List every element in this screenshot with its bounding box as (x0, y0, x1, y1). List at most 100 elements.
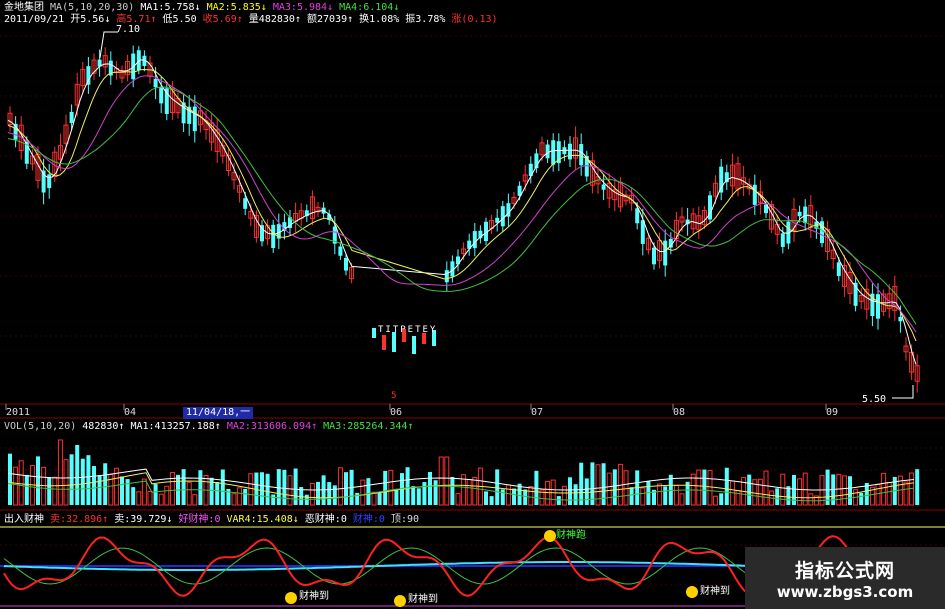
ma4-line (7, 86, 917, 325)
vol-bar-86 (484, 491, 488, 505)
vol-bar-120 (673, 485, 679, 506)
smiley-icon-1 (285, 592, 297, 604)
vol-bar-66 (371, 491, 377, 506)
vol-bar-125 (702, 469, 707, 505)
vol-bar-55 (309, 482, 315, 506)
candle-body-43 (243, 198, 248, 209)
candle-body-28 (159, 86, 164, 104)
vol-bar-48 (271, 494, 276, 505)
vol-bar-153 (859, 492, 864, 505)
vol-bar-112 (629, 487, 634, 505)
axis-cursor-date[interactable]: 11/04/18,一 (183, 407, 254, 419)
candle-body-126 (797, 211, 802, 217)
vol-bar-58 (327, 482, 332, 505)
candle-body-133 (836, 262, 841, 277)
vol-ma3: MA3:285264.344↑ (323, 421, 414, 432)
candle-body-8 (47, 174, 52, 189)
candle-body-127 (803, 206, 808, 224)
candle-body-87 (579, 144, 584, 166)
vol-bar-32 (181, 469, 186, 505)
vol-bar-150 (841, 475, 847, 506)
candle-body-73 (500, 206, 505, 227)
vol-bar-7 (41, 466, 47, 506)
vol-bar-14 (80, 458, 85, 505)
vol-bar-91 (512, 488, 516, 505)
candle-body-100 (652, 247, 656, 265)
vol-bar-102 (573, 484, 578, 505)
vol-bar-44 (248, 473, 254, 506)
candle-body-85 (568, 143, 572, 160)
vol-bar-124 (696, 469, 702, 506)
signal-bottom-label-3: 财神到 (700, 586, 730, 597)
price-low-label: 5.50 (862, 394, 887, 405)
vol-bar-47 (265, 473, 270, 505)
vol-bar-90 (505, 484, 511, 506)
candle-body-68 (472, 231, 477, 249)
vol-bar-46 (260, 472, 264, 505)
vol-bar-73 (411, 486, 416, 505)
price-marker: 5 (391, 391, 397, 401)
vol-bar-93 (523, 489, 528, 505)
vol-bar-59 (332, 485, 337, 505)
signal-bottom-label-1: 财神到 (299, 591, 329, 602)
watermark-title: 指标公式网 (794, 559, 895, 582)
vol-bar-70 (394, 488, 399, 505)
candle-body-91 (601, 184, 606, 190)
vol-bar-51 (287, 475, 293, 506)
vol-bar-16 (92, 466, 96, 505)
vol-bar-163 (915, 469, 920, 505)
vol-bar-29 (164, 485, 170, 506)
vol-bar-104 (584, 478, 589, 505)
indicator-sell: 卖:32.896↑ (50, 514, 109, 525)
vol-bar-100 (561, 485, 567, 506)
candle-body-144 (898, 316, 903, 322)
vol-bar-56 (316, 481, 320, 505)
vol-bar-41 (231, 493, 237, 506)
candle-body-34 (192, 106, 197, 132)
vol-ma2: MA2:313606.094↑ (226, 421, 318, 432)
vol-bar-12 (69, 454, 74, 505)
vol-bar-65 (366, 478, 371, 505)
vol-ma1: MA1:413257.188↑ (130, 421, 221, 432)
vol-bar-84 (472, 476, 478, 506)
smiley-icon-0 (544, 530, 556, 542)
vol-bar-8 (47, 477, 52, 505)
vol-bar-2 (13, 466, 19, 506)
vol-bar-114 (640, 487, 646, 506)
vol-bar-161 (903, 481, 909, 506)
vol-bar-101 (568, 477, 572, 505)
vol-bar-11 (63, 459, 69, 506)
candle-body-61 (344, 257, 348, 271)
vol-bar-75 (422, 482, 427, 505)
vol-bar-87 (489, 496, 494, 505)
signal-top-label: 财神跑 (556, 530, 586, 541)
vol-bar-144 (808, 493, 814, 506)
vol-bar-42 (237, 487, 243, 506)
vol-bar-18 (103, 463, 108, 505)
vol-bar-68 (383, 470, 388, 505)
vol-bar-108 (606, 472, 612, 506)
candle-body-27 (153, 78, 158, 88)
vol-bar-109 (612, 469, 617, 505)
vol-bar-151 (848, 476, 852, 505)
vol-bar-129 (724, 467, 729, 505)
candle-body-63 (444, 270, 449, 283)
vol-bar-127 (713, 495, 719, 506)
vol-bar-105 (590, 462, 595, 505)
vol-bar-34 (192, 494, 198, 506)
vol-bar-38 (215, 482, 220, 505)
signal-bottom-label-2: 财神到 (408, 594, 438, 605)
axis-label-4: 08 (673, 407, 686, 418)
axis-label-5: 09 (826, 407, 839, 418)
indicator-good: 好财神:0 (178, 514, 221, 525)
vol-bar-3 (18, 460, 24, 506)
low-pointer (892, 385, 914, 399)
vol-bar-128 (719, 493, 724, 505)
indicator-buy: 卖:39.729↓ (114, 514, 173, 525)
vol-bar-33 (186, 481, 192, 506)
vol-bar-97 (545, 480, 551, 506)
vol-bar-121 (679, 493, 685, 506)
vol-bar-26 (147, 490, 153, 506)
indicator-top: 顶:90 (390, 514, 420, 525)
vol-bar-133 (747, 474, 752, 505)
